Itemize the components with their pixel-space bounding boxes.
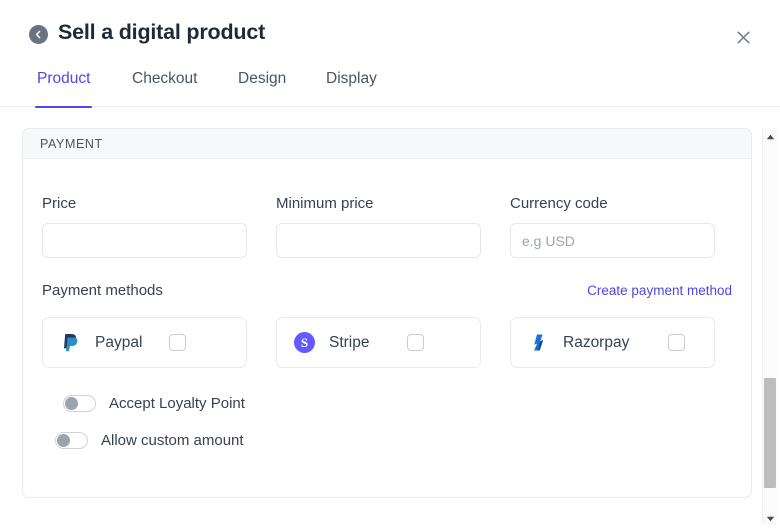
minimum-price-field-group: Minimum price: [276, 195, 481, 258]
payment-method-card-stripe[interactable]: S Stripe: [276, 317, 481, 368]
accept-loyalty-point-toggle[interactable]: [63, 395, 96, 412]
tab-label: Product: [37, 70, 91, 87]
payment-methods-row: Paypal S Stripe Razorpay: [42, 317, 732, 368]
allow-custom-amount-toggle[interactable]: [55, 432, 88, 449]
currency-code-field-group: Currency code: [510, 195, 715, 258]
accept-loyalty-point-label: Accept Loyalty Point: [109, 395, 245, 412]
currency-code-label: Currency code: [510, 195, 608, 212]
tab-checkout[interactable]: Checkout: [130, 70, 199, 107]
page-title: Sell a digital product: [58, 20, 266, 44]
price-fields-row: Price Minimum price Currency code: [42, 195, 732, 258]
create-payment-method-link[interactable]: Create payment method: [587, 283, 732, 298]
modal-header: Sell a digital product: [0, 0, 780, 68]
tab-bar: Product Checkout Design Display: [0, 70, 780, 108]
section-title: PAYMENT: [40, 136, 103, 151]
price-label: Price: [42, 195, 77, 212]
toggle-knob: [57, 434, 70, 447]
allow-custom-amount-row: Allow custom amount: [55, 432, 732, 449]
payment-method-label: Stripe: [329, 333, 370, 351]
triangle-up-icon: [766, 127, 775, 145]
tab-design[interactable]: Design: [236, 70, 288, 107]
payment-method-checkbox-razorpay[interactable]: [668, 334, 685, 351]
back-button[interactable]: [29, 25, 48, 44]
payment-method-label: Razorpay: [563, 333, 630, 351]
scroll-down-button[interactable]: [763, 510, 778, 525]
sell-digital-product-modal: Sell a digital product Product Checkout …: [0, 0, 780, 528]
payment-method-checkbox-paypal[interactable]: [169, 334, 186, 351]
payment-method-label: Paypal: [95, 333, 143, 351]
payment-section-header: PAYMENT: [23, 129, 751, 159]
chevron-left-circle-icon: [33, 29, 44, 40]
payment-panel-body: Price Minimum price Currency code Paymen…: [23, 195, 751, 449]
scroll-up-button[interactable]: [763, 128, 778, 143]
payment-method-card-paypal[interactable]: Paypal: [42, 317, 247, 368]
svg-text:S: S: [300, 335, 307, 350]
close-icon: [736, 30, 751, 45]
tab-label: Design: [238, 70, 287, 87]
accept-loyalty-point-row: Accept Loyalty Point: [63, 395, 732, 412]
toggle-knob: [65, 397, 78, 410]
razorpay-logo-icon: [527, 332, 549, 354]
payment-method-card-razorpay[interactable]: Razorpay: [510, 317, 715, 368]
paypal-logo-icon: [59, 332, 81, 354]
payment-panel: PAYMENT Price Minimum price Currency cod…: [22, 128, 752, 498]
price-input[interactable]: [42, 223, 247, 258]
stripe-logo-icon: S: [293, 332, 315, 354]
currency-code-input[interactable]: [510, 223, 715, 258]
minimum-price-input[interactable]: [276, 223, 481, 258]
close-button[interactable]: [730, 24, 756, 50]
tab-product[interactable]: Product: [35, 70, 93, 108]
payment-methods-title: Payment methods: [42, 282, 163, 299]
price-field-group: Price: [42, 195, 247, 258]
tab-display[interactable]: Display: [324, 70, 379, 107]
triangle-down-icon: [766, 509, 775, 527]
allow-custom-amount-label: Allow custom amount: [101, 432, 244, 449]
tab-label: Checkout: [132, 70, 198, 87]
minimum-price-label: Minimum price: [276, 195, 374, 212]
payment-method-checkbox-stripe[interactable]: [407, 334, 424, 351]
vertical-scrollbar[interactable]: [762, 128, 778, 525]
tab-label: Display: [326, 70, 377, 87]
payment-methods-header: Payment methods Create payment method: [42, 282, 732, 302]
scrollbar-thumb[interactable]: [764, 378, 776, 488]
